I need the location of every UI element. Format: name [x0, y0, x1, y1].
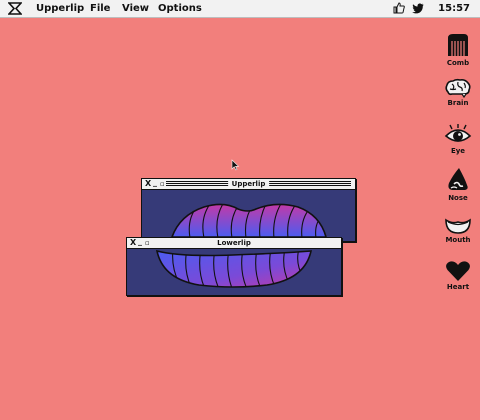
desktop-icon-label: Nose: [448, 194, 468, 202]
upperlip-titlebar[interactable]: X _ ▫ Upperlip: [142, 178, 355, 190]
desktop-icon-comb[interactable]: Comb: [440, 32, 476, 67]
minimize-button[interactable]: _: [153, 178, 157, 188]
thumbs-up-icon[interactable]: [393, 2, 405, 14]
desktop-icon-eye[interactable]: Eye: [440, 124, 476, 155]
upper-lip-image: [170, 203, 328, 238]
desktop-icon-label: Mouth: [445, 236, 471, 244]
menu-app-name[interactable]: Upperlip: [36, 3, 84, 14]
lowerlip-window[interactable]: X _ ▫ Lowerlip: [126, 237, 342, 296]
menu-bar: Upperlip File View Options 15:57: [0, 0, 480, 18]
clock: 15:57: [438, 3, 470, 14]
maximize-button[interactable]: ▫: [160, 179, 165, 189]
menu-options[interactable]: Options: [158, 3, 202, 14]
mouse-cursor: [231, 159, 240, 171]
desktop-icon-mouth[interactable]: Mouth: [440, 215, 476, 244]
desktop-icon-label: Brain: [447, 99, 469, 107]
desktop-icon-nose[interactable]: Nose: [440, 167, 476, 202]
desktop-icon-heart[interactable]: Heart: [440, 260, 476, 291]
eye-icon: [444, 124, 472, 142]
heart-icon: [446, 261, 470, 281]
desktop-icon-label: Heart: [446, 283, 470, 291]
lower-lip-image: [155, 249, 313, 288]
brain-icon: [445, 78, 471, 98]
nose-icon: [448, 168, 468, 190]
window-title: Upperlip: [227, 179, 270, 189]
desktop-icon-brain[interactable]: Brain: [440, 78, 476, 107]
mouth-icon: [445, 218, 471, 234]
twitter-bird-icon[interactable]: [412, 2, 424, 14]
window-title: Lowerlip: [215, 238, 253, 248]
menu-file[interactable]: File: [90, 3, 110, 14]
lowerlip-titlebar[interactable]: X _ ▫ Lowerlip: [127, 237, 341, 249]
menu-view[interactable]: View: [122, 3, 149, 14]
app-logo-icon[interactable]: [8, 2, 22, 15]
close-button[interactable]: X: [130, 238, 136, 248]
comb-icon: [448, 34, 468, 56]
upperlip-window[interactable]: X _ ▫ Upperlip: [141, 178, 356, 242]
maximize-button[interactable]: ▫: [145, 238, 150, 248]
minimize-button[interactable]: _: [138, 237, 142, 247]
close-button[interactable]: X: [145, 179, 151, 189]
desktop-icon-label: Eye: [450, 147, 466, 155]
desktop-icon-label: Comb: [446, 59, 470, 67]
